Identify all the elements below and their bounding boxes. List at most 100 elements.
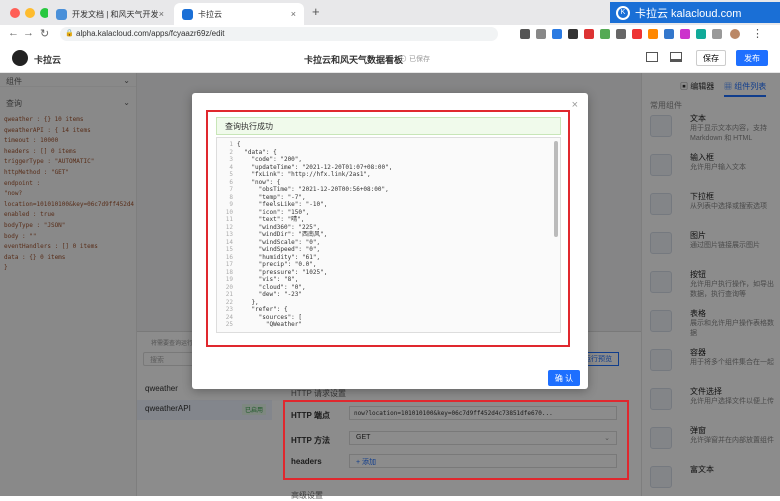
code-line: 3 "code": "200", xyxy=(219,156,558,164)
code-line: 7 "obsTime": "2021-12-20T00:56+08:00", xyxy=(219,186,558,194)
code-line: 6 "now": { xyxy=(219,179,558,187)
code-text: "icon": "150", xyxy=(237,208,310,216)
code-line: 15 "windSpeed": "0", xyxy=(219,246,558,254)
url-input[interactable]: 🔒 alpha.kalacloud.com/apps/fcyaazr69z/ed… xyxy=(60,27,498,41)
line-number: 7 xyxy=(229,186,233,193)
code-line: 1{ xyxy=(219,141,558,149)
line-number: 9 xyxy=(229,201,233,208)
line-number: 12 xyxy=(225,223,233,231)
code-text: "QWeather" xyxy=(237,321,303,328)
line-number: 18 xyxy=(225,268,233,276)
code-line: 18 "pressure": "1025", xyxy=(219,269,558,277)
extension-icon[interactable] xyxy=(568,29,578,39)
code-line: 11 "text": "晴", xyxy=(219,216,558,224)
line-number: 2 xyxy=(229,148,233,156)
line-number: 16 xyxy=(225,253,233,261)
tab-bar: 开发文档 | 和风天气开发平台 × 卡拉云 × + K 卡拉云 kalaclou… xyxy=(0,0,780,25)
vertical-scrollbar[interactable] xyxy=(554,141,558,237)
code-text: "windDir": "西南风", xyxy=(237,231,328,238)
saved-status: ⊙ 已保存 xyxy=(400,54,430,64)
code-line: 16 "humidity": "61", xyxy=(219,254,558,262)
code-text: "code": "200", xyxy=(237,156,303,163)
extension-icon[interactable] xyxy=(664,29,674,39)
code-text: "cloud": "0", xyxy=(237,283,306,291)
code-text: { xyxy=(237,141,241,148)
close-tab-icon[interactable]: × xyxy=(159,9,164,19)
line-number: 25 xyxy=(225,321,233,328)
app-header: 卡拉云 卡拉云和风天气数据看板 ⊙ 已保存 保存 发布 xyxy=(0,43,780,73)
confirm-button[interactable]: 确 认 xyxy=(548,370,580,386)
extension-icon[interactable] xyxy=(680,29,690,39)
extension-icon[interactable] xyxy=(552,29,562,39)
extension-icon[interactable] xyxy=(536,29,546,39)
tab-kalacloud[interactable]: 卡拉云 × xyxy=(174,3,304,25)
extension-icon[interactable] xyxy=(648,29,658,39)
line-number: 11 xyxy=(225,216,233,223)
code-line: 21 "dew": "-23" xyxy=(219,291,558,299)
extension-icon[interactable] xyxy=(600,29,610,39)
back-icon[interactable]: ← xyxy=(8,27,19,39)
code-text: "feelsLike": "-10", xyxy=(237,201,328,208)
line-number: 13 xyxy=(225,231,233,238)
forward-icon[interactable]: → xyxy=(23,27,34,39)
line-number: 14 xyxy=(225,238,233,246)
line-number: 8 xyxy=(229,193,233,201)
new-tab-button[interactable]: + xyxy=(312,4,320,19)
tab-docs-label: 开发文档 | 和风天气开发平台 xyxy=(72,9,159,19)
menu-icon[interactable]: ⋮ xyxy=(752,27,763,40)
code-line: 23 "refer": { xyxy=(219,306,558,314)
code-line: 2 "data": { xyxy=(219,149,558,157)
extension-icon[interactable] xyxy=(712,29,722,39)
code-text: "now": { xyxy=(237,178,281,186)
success-text: 查询执行成功 xyxy=(225,122,273,131)
code-text: "fxLink": "http://hfx.link/2as1", xyxy=(237,171,371,178)
line-number: 22 xyxy=(225,298,233,306)
code-line: 13 "windDir": "西南风", xyxy=(219,231,558,239)
app-logo-text: 卡拉云 xyxy=(34,55,62,65)
line-number: 21 xyxy=(225,291,233,298)
publish-button[interactable]: 发布 xyxy=(736,50,768,66)
extension-icon[interactable] xyxy=(520,29,530,39)
code-line: 4 "updateTime": "2021-12-20T01:07+08:00"… xyxy=(219,164,558,172)
layout-left-icon[interactable] xyxy=(646,52,658,62)
minimize-window-icon[interactable] xyxy=(25,8,35,18)
query-result-modal: × 查询执行成功 1{2 "data": {3 "code": "200", 4 … xyxy=(192,93,588,389)
tab-docs[interactable]: 开发文档 | 和风天气开发平台 × xyxy=(48,3,172,25)
code-text: "obsTime": "2021-12-20T00:56+08:00", xyxy=(237,186,389,193)
line-number: 10 xyxy=(225,208,233,216)
result-code-viewer[interactable]: 1{2 "data": {3 "code": "200", 4 "updateTi… xyxy=(216,137,561,333)
line-number: 4 xyxy=(229,163,233,171)
profile-avatar[interactable] xyxy=(730,29,740,39)
check-icon: ⊙ xyxy=(400,56,407,63)
close-icon[interactable]: × xyxy=(572,99,578,111)
code-text: "windScale": "0", xyxy=(237,238,321,246)
reload-icon[interactable]: ↻ xyxy=(40,27,49,40)
result-json: 1{2 "data": {3 "code": "200", 4 "updateTi… xyxy=(219,141,558,329)
extension-icon[interactable] xyxy=(632,29,642,39)
brand-text: 卡拉云 kalacloud.com xyxy=(635,7,742,20)
code-line: 25 "QWeather" xyxy=(219,321,558,329)
code-line: 8 "temp": "-7", xyxy=(219,194,558,202)
code-line: 24 "sources": [ xyxy=(219,314,558,322)
address-bar: ← → ↻ 🔒 alpha.kalacloud.com/apps/fcyaazr… xyxy=(0,25,780,43)
extension-icon[interactable] xyxy=(584,29,594,39)
layout-bottom-icon[interactable] xyxy=(670,52,682,62)
close-window-icon[interactable] xyxy=(10,8,20,18)
line-number: 1 xyxy=(229,141,233,148)
browser-chrome: 开发文档 | 和风天气开发平台 × 卡拉云 × + K 卡拉云 kalaclou… xyxy=(0,0,780,43)
close-tab-icon[interactable]: × xyxy=(291,9,296,19)
line-number: 5 xyxy=(229,171,233,178)
extension-icon[interactable] xyxy=(696,29,706,39)
save-button[interactable]: 保存 xyxy=(696,50,726,66)
code-text: "data": { xyxy=(237,148,277,156)
line-number: 23 xyxy=(225,306,233,313)
code-line: 9 "feelsLike": "-10", xyxy=(219,201,558,209)
code-text: "wind360": "225", xyxy=(237,223,321,231)
code-text: "precip": "0.0", xyxy=(237,261,317,268)
code-text: "vis": "8", xyxy=(237,276,299,283)
url-text: alpha.kalacloud.com/apps/fcyaazr69z/edit xyxy=(76,29,225,38)
brand-watermark: K 卡拉云 kalacloud.com xyxy=(610,2,780,23)
code-line: 10 "icon": "150", xyxy=(219,209,558,217)
line-number: 17 xyxy=(225,261,233,268)
extension-icon[interactable] xyxy=(616,29,626,39)
